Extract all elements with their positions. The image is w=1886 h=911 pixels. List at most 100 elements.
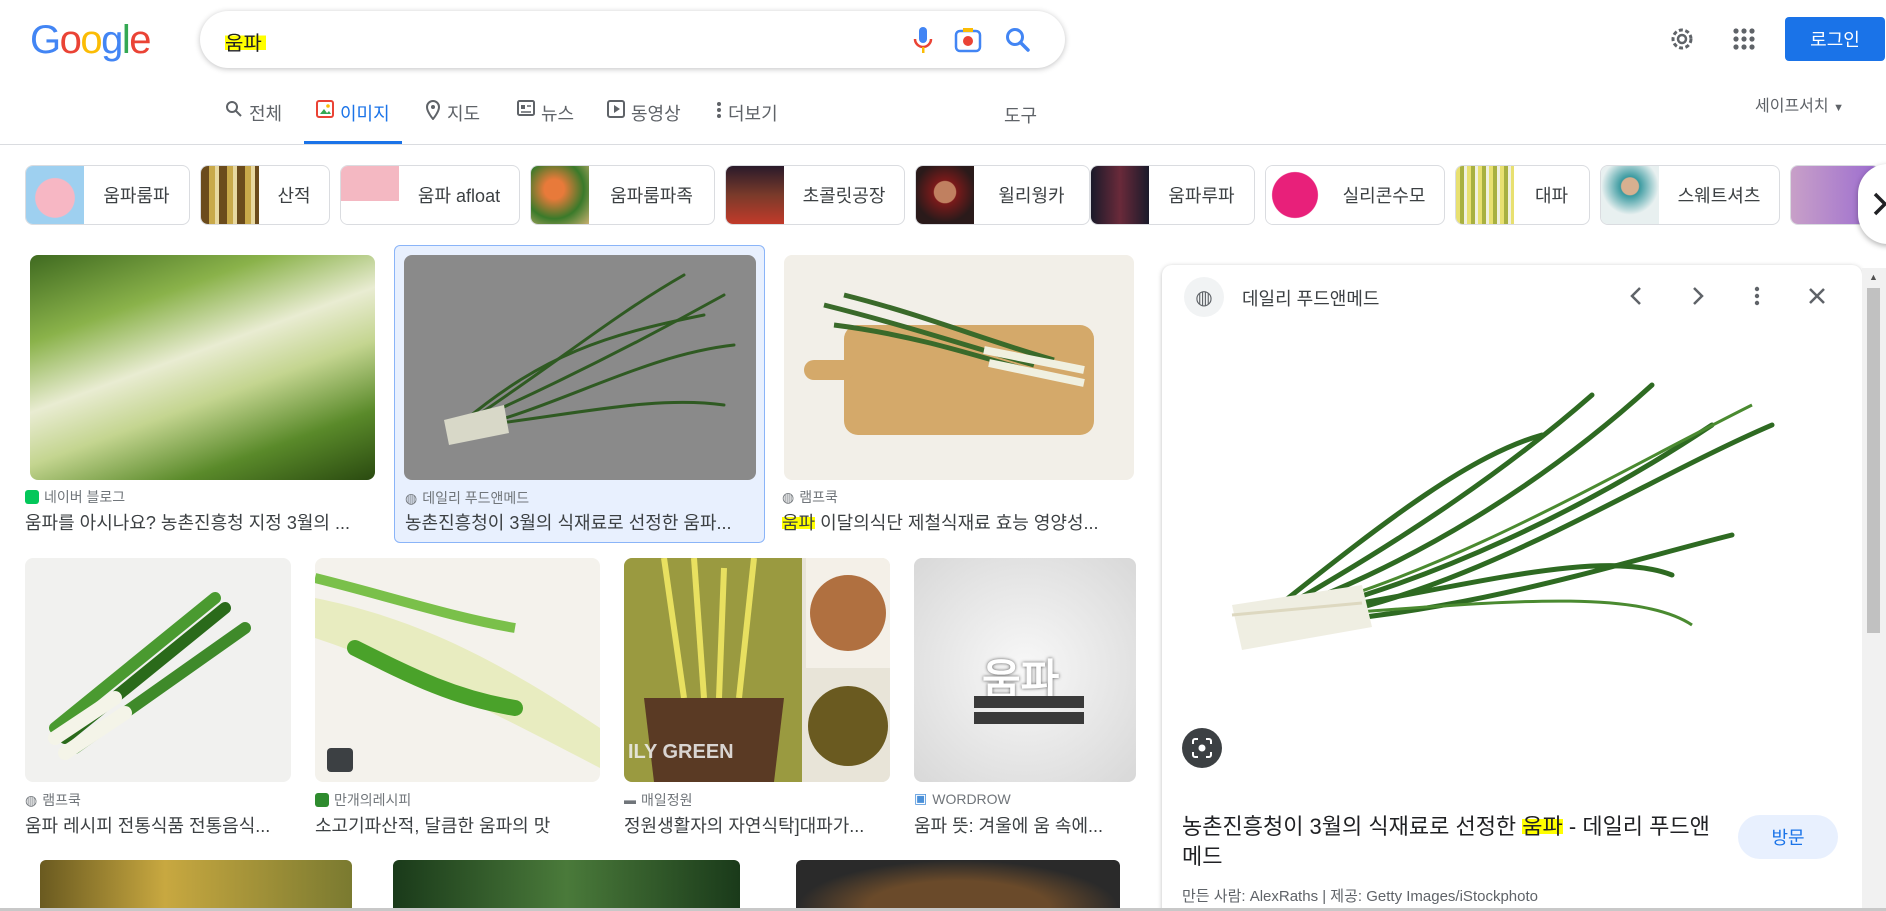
tab-all[interactable]: 전체 (225, 100, 282, 144)
panel-title[interactable]: 농촌진흥청이 3월의 식재료로 선정한 움파 - 데일리 푸드앤메드 (1182, 812, 1722, 872)
chip-thumbnail (726, 166, 784, 224)
header-divider (0, 144, 1886, 145)
chip-thumbnail (1456, 166, 1514, 224)
source-name: WORDROW (932, 790, 1011, 807)
result-thumbnail (25, 558, 291, 782)
panel-title-highlight: 움파 (1522, 814, 1563, 839)
result-title: 정원생활자의 자연식탁]대파가... (624, 816, 865, 836)
tab-more[interactable]: 더보기 (716, 100, 778, 144)
chip-label: 스웨트셔츠 (1677, 186, 1761, 206)
scrollbar-thumb[interactable] (1867, 288, 1880, 633)
play-icon (607, 100, 625, 118)
tab-label: 뉴스 (541, 104, 575, 124)
panel-site-name[interactable]: 데일리 푸드앤메드 (1242, 285, 1379, 311)
naver-blog-icon (25, 490, 39, 504)
chip-thumbnail (1266, 166, 1324, 224)
logo-letter: g (101, 18, 123, 62)
tab-images[interactable]: 이미지 (304, 100, 402, 144)
chip-chocolate-factory[interactable]: 초콜릿공장 (725, 165, 905, 225)
source-name: 데일리 푸드앤메드 (422, 490, 530, 506)
chip-ompaloompa-tribe[interactable]: 움파룸파족 (530, 165, 715, 225)
result-title: 농촌진흥청이 3월의 식재료로 선정한 움파... (405, 513, 732, 533)
map-pin-icon (425, 100, 441, 120)
image-result[interactable]: 움파 ▣ WORDROW 움파 뜻: 겨울에 움 속에... (914, 558, 1136, 838)
logo-letter: o (59, 18, 82, 62)
chip-sweatshirt[interactable]: 스웨트셔츠 (1600, 165, 1780, 225)
tab-videos[interactable]: 동영상 (607, 100, 681, 144)
gear-icon[interactable] (1667, 24, 1697, 54)
apps-grid-icon[interactable] (1729, 24, 1759, 54)
green-onion-large-image (1231, 382, 1775, 650)
preview-image[interactable] (1212, 365, 1812, 685)
chip-label: 초콜릿공장 (802, 186, 886, 206)
green-onion-board-image (804, 292, 1094, 435)
image-result-partial[interactable] (40, 860, 352, 908)
chip-thumbnail (26, 166, 84, 224)
image-result[interactable]: 만개의레시피 소고기파산적, 달큼한 움파의 맛 (315, 558, 600, 838)
scroll-up-arrow-icon[interactable]: ▲ (1869, 272, 1878, 282)
result-source: ▣ WORDROW (914, 790, 1011, 807)
safesearch-label: 세이프서치 (1755, 98, 1829, 115)
chip-silicone-sumo[interactable]: 실리콘수모 (1265, 165, 1445, 225)
lens-search-button[interactable] (1182, 728, 1222, 768)
chip-ompaloompa[interactable]: 움파룸파 (25, 165, 190, 225)
source-name: 매일정원 (641, 792, 693, 808)
tab-label: 지도 (447, 104, 481, 124)
chip-thumbnail (531, 166, 589, 224)
logo-letter: o (80, 18, 102, 62)
search-box[interactable]: 움파 (200, 11, 1065, 68)
login-button[interactable]: 로그인 (1785, 17, 1885, 61)
image-result[interactable]: ILY GREEN ▬ 매일정원 정원생활자의 자연식탁]대파가... (624, 558, 890, 838)
title-text: 이달의식단 제철식재료 효능 영양성... (815, 513, 1099, 533)
camera-lens-icon[interactable] (953, 25, 983, 55)
chip-thumbnail (1091, 166, 1149, 224)
panel-title-text: 농촌진흥청이 3월의 식재료로 선정한 (1182, 814, 1523, 839)
image-result-partial[interactable] (393, 860, 740, 908)
result-thumbnail: ILY GREEN (624, 558, 890, 782)
globe-icon: ◍ (25, 791, 38, 808)
image-result[interactable]: ◍ 램프쿡 움파 이달의식단 제철식재료 효능 영양성... (782, 255, 1134, 535)
image-result-selected[interactable]: ◍ 데일리 푸드앤메드 농촌진흥청이 3월의 식재료로 선정한 움파... (394, 245, 765, 543)
result-source: ◍ 램프쿡 (782, 487, 838, 507)
visit-button[interactable]: 방문 (1738, 815, 1838, 859)
chip-daepa[interactable]: 대파 (1455, 165, 1590, 225)
source-name: 만개의레시피 (334, 792, 412, 808)
more-options-button[interactable] (1742, 281, 1772, 316)
more-vert-icon (717, 102, 721, 118)
chevron-left-icon (1630, 287, 1641, 305)
chip-willy-wonka[interactable]: 윌리웡카 (915, 165, 1090, 225)
chip-label: 산적 (277, 186, 311, 206)
chip-label: 실리콘수모 (1342, 186, 1426, 206)
chip-label: 움파룸파족 (610, 186, 693, 206)
chip-umpa-lupa[interactable]: 움파루파 (1090, 165, 1255, 225)
chip-sanjeok[interactable]: 산적 (200, 165, 330, 225)
result-title: 움파 이달의식단 제철식재료 효능 영양성... (782, 509, 1132, 535)
chip-thumbnail (916, 166, 974, 224)
chip-thumbnail (1601, 166, 1659, 224)
previous-image-button[interactable] (1622, 281, 1652, 316)
safesearch-menu[interactable]: 세이프서치 ▼ (1755, 92, 1844, 116)
source-name: 램프쿡 (42, 792, 81, 808)
chip-umpa-afloat[interactable]: 움파 afloat (340, 165, 520, 225)
tools-button[interactable]: 도구 (1004, 102, 1037, 128)
tab-news[interactable]: 뉴스 (517, 100, 574, 144)
result-thumbnail (315, 558, 600, 782)
microphone-icon[interactable] (908, 25, 938, 55)
result-source: ▬ 매일정원 (624, 790, 693, 810)
result-thumbnail: 움파 (914, 558, 1136, 782)
next-image-button[interactable] (1682, 281, 1712, 316)
image-result[interactable]: ◍ 램프쿡 움파 레시피 전통식품 전통음식... (25, 558, 291, 838)
caret-down-icon: ▼ (1833, 102, 1844, 114)
result-thumbnail (30, 255, 375, 480)
logo-letter: G (30, 18, 61, 62)
tab-maps[interactable]: 지도 (425, 100, 480, 144)
tab-label: 동영상 (631, 104, 681, 124)
image-result[interactable]: 네이버 블로그 움파를 아시나요? 농촌진흥청 지정 3월의 ... (25, 255, 375, 535)
search-input[interactable]: 움파 (225, 27, 266, 56)
close-panel-button[interactable] (1802, 281, 1832, 316)
image-result-partial[interactable] (796, 860, 1120, 908)
search-icon[interactable] (1003, 25, 1033, 55)
chip-label: 움파룸파 (103, 186, 170, 206)
google-logo[interactable]: Google (30, 18, 151, 63)
source-name: 네이버 블로그 (44, 489, 126, 505)
